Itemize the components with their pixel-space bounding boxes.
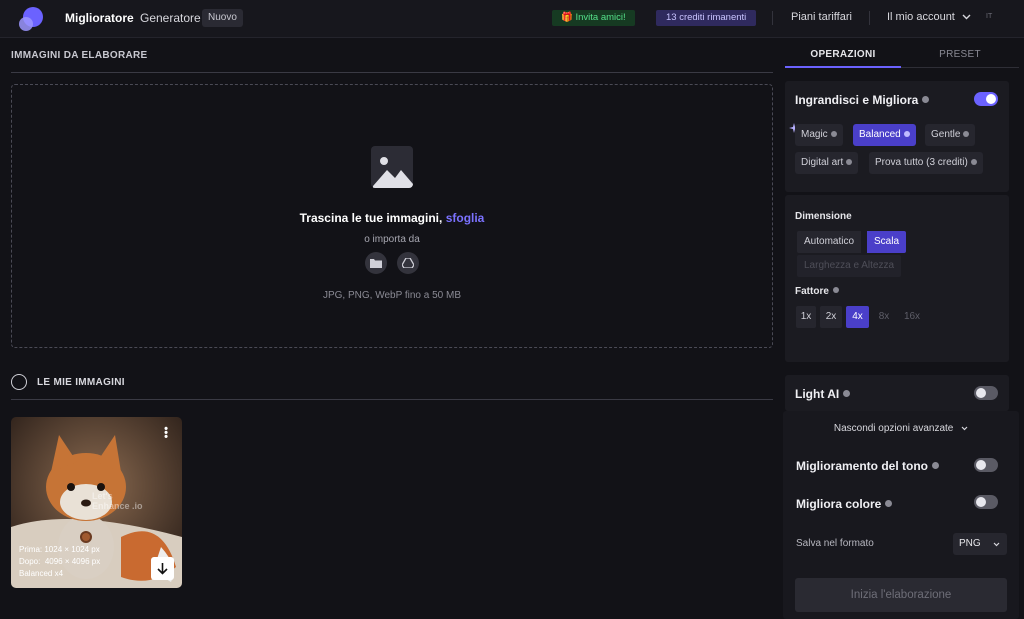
top-bar: Miglioratore Generatore Nuovo 🎁 Invita a… [0,0,1024,38]
chevron-down-icon [993,542,1000,547]
browse-link[interactable]: sfoglia [446,211,485,225]
upload-section-title: IMMAGINI DA ELABORARE [11,50,148,61]
download-button[interactable] [151,557,174,580]
chevron-down-icon [961,426,968,431]
invite-friends-button[interactable]: 🎁 Invita amici! [552,10,635,26]
account-label: Il mio account [887,11,955,23]
tone-enhance-label: Miglioramento del tono [796,459,939,473]
nav-generator[interactable]: Generatore [140,11,201,25]
divider [11,399,773,400]
image-placeholder-icon [371,146,413,188]
account-menu[interactable]: Il mio account [887,11,971,23]
import-drive-button[interactable] [397,252,419,274]
factor-1x[interactable]: 1x [796,306,816,328]
dimension-scale[interactable]: Scala [867,231,907,253]
factor-2x[interactable]: 2x [820,306,842,328]
after-size: Dopo: 4096 × 4096 px [19,557,101,566]
mode-magic[interactable]: Magic [795,124,843,146]
before-size: Prima: 1024 × 1024 px [19,545,100,554]
tab-operations[interactable]: OPERAZIONI [785,49,901,60]
color-enhance-toggle[interactable] [974,495,998,509]
my-images-title: LE MIE IMMAGINI [37,377,125,388]
drop-text: Trascina le tue immagini, [299,211,443,225]
dimension-width-height: Larghezza e Altezza [797,255,902,277]
light-ai-title: Light AI [795,387,851,401]
mode-try-all[interactable]: Prova tutto (3 crediti) [869,152,983,174]
app-logo[interactable] [18,6,44,32]
drop-zone[interactable]: Trascina le tue immagini, sfoglia o impo… [11,84,773,348]
new-badge: Nuovo [202,9,243,27]
image-card[interactable]: • • • Let's Enhance .io Prima: 1024 × 1024… [11,417,182,588]
divider [772,11,773,25]
drop-instructions: Trascina le tue immagini, sfoglia [12,211,772,225]
dimension-label: Dimensione [795,211,852,222]
factor-16x: 16x [903,311,921,322]
mode-gentle[interactable]: Gentle [925,124,976,146]
dimension-auto[interactable]: Automatico [797,231,862,253]
start-processing-button[interactable]: Inizia l'elaborazione [795,578,1007,612]
invite-label: Invita amici! [575,12,626,23]
select-all-radio[interactable] [11,374,27,390]
folder-icon [370,259,382,268]
hide-advanced-toggle[interactable]: Nascondi opzioni avanzate [783,423,1019,434]
tab-active-indicator [785,66,901,68]
upscale-title: Ingrandisci e Migliora [795,93,930,107]
download-icon [157,562,168,575]
mode-balanced[interactable]: Balanced [853,124,916,146]
save-format-label: Salva nel formato [796,538,874,549]
nav-enhancer[interactable]: Miglioratore [65,11,134,25]
upscale-panel: Ingrandisci e Migliora Magic Balanced Ge… [785,81,1009,192]
info-icon[interactable] [922,96,930,103]
mode-digital-art[interactable]: Digital art [795,152,859,174]
chevron-down-icon [962,14,971,20]
divider [11,72,773,73]
light-ai-toggle[interactable] [974,386,998,400]
import-from-label: o importa da [364,234,420,245]
language-switch[interactable]: IT [986,13,992,20]
credits-badge[interactable]: 13 crediti rimanenti [656,10,757,26]
import-folder-button[interactable] [365,252,387,274]
info-icon[interactable] [843,390,851,397]
divider [869,11,870,25]
tab-preset[interactable]: PRESET [901,49,1019,60]
info-icon[interactable] [885,500,893,507]
more-options-icon[interactable]: • • • [163,424,169,443]
tone-enhance-toggle[interactable] [974,458,998,472]
gift-icon: 🎁 [561,12,573,23]
color-enhance-label: Migliora colore [796,497,893,511]
factor-8x: 8x [878,311,890,322]
google-drive-icon [402,258,414,268]
pricing-link[interactable]: Piani tariffari [791,11,852,23]
upscale-toggle[interactable] [974,92,998,106]
supported-formats: JPG, PNG, WebP fino a 50 MB [322,290,462,301]
watermark: Let's Enhance .io [92,491,143,511]
size-panel: Dimensione Automatico Scala Larghezza e … [785,195,1009,362]
format-select[interactable]: PNG [953,533,1007,555]
factor-label: Fattore [795,286,839,297]
light-ai-panel: Light AI [785,375,1009,411]
preset-used: Balanced x4 [19,569,64,578]
factor-4x[interactable]: 4x [846,306,869,328]
info-icon[interactable] [932,462,939,469]
